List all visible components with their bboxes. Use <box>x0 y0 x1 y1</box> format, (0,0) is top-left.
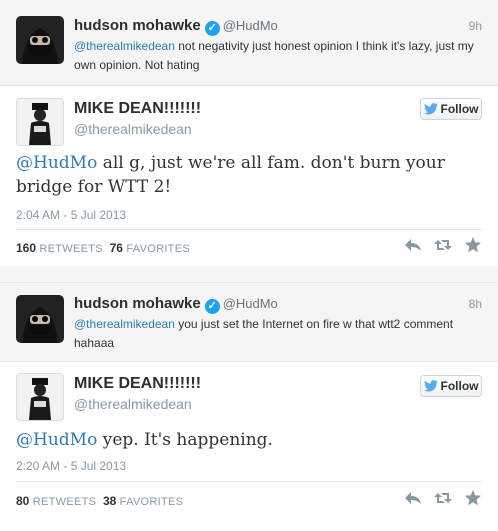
tweet-author-name[interactable]: MIKE DEAN!!!!!!! <box>74 375 201 393</box>
retweet-icon[interactable] <box>434 490 452 506</box>
reply-text: @therealmikedean not negativity just hon… <box>74 37 474 75</box>
favorite-icon[interactable] <box>464 490 482 506</box>
favorites-count[interactable]: 76 <box>110 241 123 255</box>
hudmo-avatar[interactable] <box>16 295 64 343</box>
retweets-label[interactable]: RETWEETS <box>39 243 103 255</box>
divider <box>16 481 482 482</box>
twitter-bird-icon <box>423 380 438 392</box>
favorite-icon[interactable] <box>464 237 482 253</box>
reply-text: @therealmikedean you just set the Intern… <box>74 315 474 353</box>
tweet-actions <box>404 490 482 506</box>
twitter-bird-icon <box>423 103 438 115</box>
author-handle[interactable]: @HudMo <box>223 296 278 311</box>
favorites-label[interactable]: FAVORITES <box>120 496 184 508</box>
reply-author[interactable]: hudson mohawke ✓ @HudMo <box>74 295 278 314</box>
retweets-count[interactable]: 80 <box>16 494 29 508</box>
tweet-text: @HudMo yep. It's happening. <box>16 428 486 452</box>
verified-badge-icon: ✓ <box>204 299 220 314</box>
mikedean-avatar[interactable] <box>16 98 64 146</box>
follow-label: Follow <box>440 102 479 116</box>
hudmo-avatar[interactable] <box>16 16 64 64</box>
reply-time[interactable]: 8h <box>469 297 482 311</box>
main-tweet-1: MIKE DEAN!!!!!!! @therealmikedean Follow… <box>0 86 498 266</box>
follow-label: Follow <box>440 379 479 393</box>
separator <box>0 266 498 282</box>
author-name[interactable]: hudson mohawke <box>74 295 201 312</box>
tweet-date[interactable]: 2:04 AM - 5 Jul 2013 <box>16 208 126 222</box>
tweet-stats: 80 RETWEETS 38 FAVORITES <box>16 494 183 508</box>
reply-author[interactable]: hudson mohawke ✓ @HudMo <box>74 17 278 36</box>
follow-button[interactable]: Follow <box>420 375 482 397</box>
tweet-actions <box>404 237 482 253</box>
tweet-author-name[interactable]: MIKE DEAN!!!!!!! <box>74 100 201 118</box>
tweet-author-handle[interactable]: @therealmikedean <box>74 396 192 412</box>
retweets-count[interactable]: 160 <box>16 241 36 255</box>
favorites-count[interactable]: 38 <box>103 494 116 508</box>
tweet-text: @HudMo all g, just we're all fam. don't … <box>16 151 486 199</box>
mention-link[interactable]: @HudMo <box>16 153 97 173</box>
reply-icon[interactable] <box>404 237 422 253</box>
tweet-body: yep. It's happening. <box>97 430 273 450</box>
reply-time[interactable]: 9h <box>469 19 482 33</box>
reply-icon[interactable] <box>404 490 422 506</box>
mention-link[interactable]: @therealmikedean <box>74 39 175 53</box>
retweets-label[interactable]: RETWEETS <box>33 496 97 508</box>
retweet-icon[interactable] <box>434 237 452 253</box>
follow-button[interactable]: Follow <box>420 98 482 120</box>
author-name[interactable]: hudson mohawke <box>74 17 201 34</box>
divider <box>16 229 482 230</box>
tweet-date[interactable]: 2:20 AM - 5 Jul 2013 <box>16 459 126 473</box>
favorites-label[interactable]: FAVORITES <box>126 243 190 255</box>
mention-link[interactable]: @therealmikedean <box>74 317 175 331</box>
mention-link[interactable]: @HudMo <box>16 430 97 450</box>
mikedean-avatar[interactable] <box>16 373 64 421</box>
author-handle[interactable]: @HudMo <box>223 18 278 33</box>
verified-badge-icon: ✓ <box>204 21 220 36</box>
main-tweet-2: MIKE DEAN!!!!!!! @therealmikedean Follow… <box>0 362 498 531</box>
tweet-author-handle[interactable]: @therealmikedean <box>74 121 192 137</box>
tweet-stats: 160 RETWEETS 76 FAVORITES <box>16 241 190 255</box>
reply-tweet-1[interactable]: hudson mohawke ✓ @HudMo 9h @therealmikedea… <box>0 0 498 86</box>
reply-tweet-2[interactable]: hudson mohawke ✓ @HudMo 8h @therealmikedea… <box>0 282 498 362</box>
